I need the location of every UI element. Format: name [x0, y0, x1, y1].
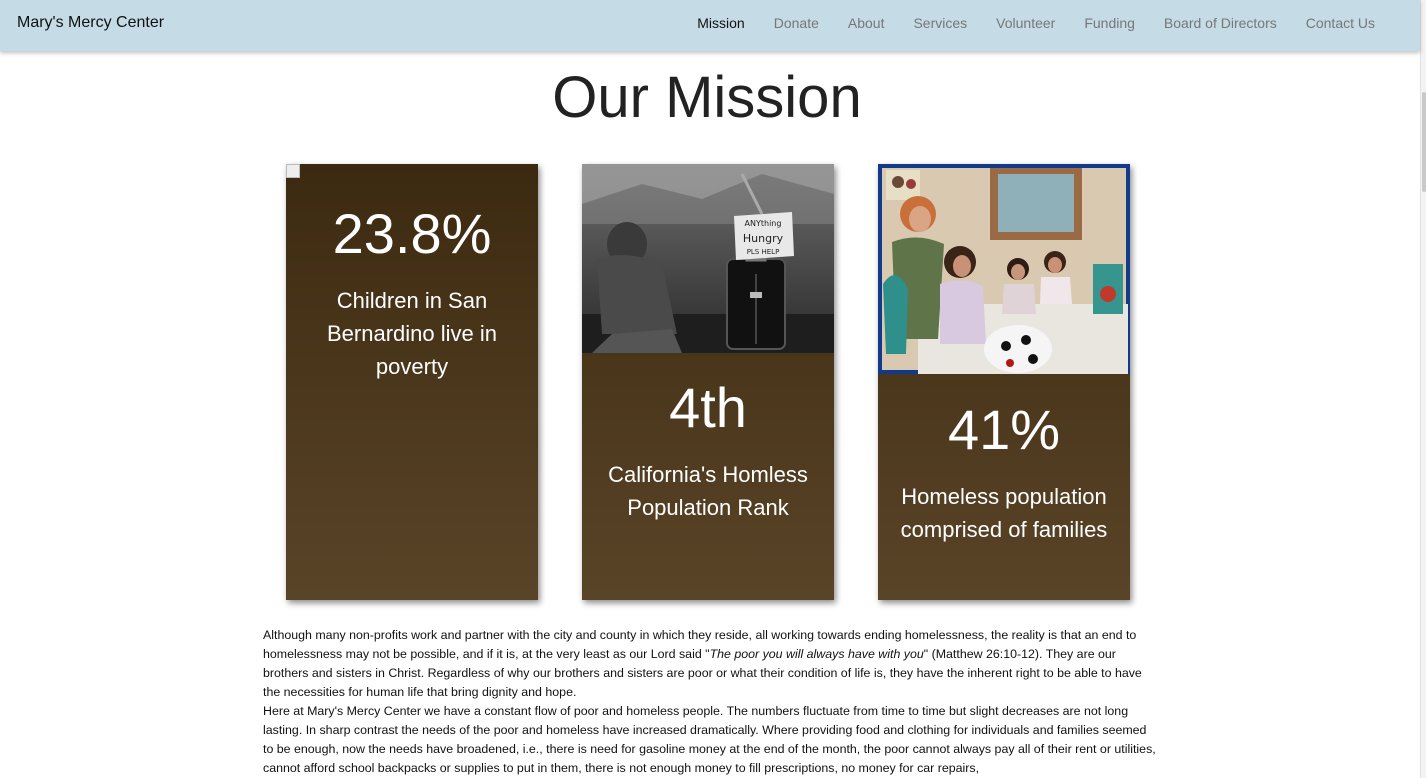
stat-card-homeless-rank: ANYthing Hungry PLS HELP 4th California'…: [582, 164, 834, 600]
sign-text-help: PLS HELP: [747, 248, 780, 256]
brand-link[interactable]: Mary's Mercy Center: [17, 14, 164, 32]
nav-links: Mission Donate About Services Volunteer …: [668, 15, 1375, 31]
nav-link-services[interactable]: Services: [913, 15, 967, 31]
sign-text-anything: ANYthing: [745, 219, 782, 228]
nav-link-contact-us[interactable]: Contact Us: [1306, 15, 1375, 31]
mission-text: Although many non-profits work and partn…: [263, 626, 1156, 778]
mission-paragraph-1: Although many non-profits work and partn…: [263, 626, 1156, 702]
stat-card-homeless-families: 41% Homeless population comprised of fam…: [878, 164, 1130, 600]
stat-description: Children in San Bernardino live in pover…: [327, 288, 497, 379]
sign-text-hungry: Hungry: [743, 232, 784, 245]
nav-link-volunteer[interactable]: Volunteer: [996, 15, 1055, 31]
stat-card-child-poverty: 23.8% Children in San Bernardino live in…: [286, 164, 538, 600]
page-scrollbar[interactable]: [1420, 0, 1426, 778]
family-group-photo: [878, 164, 1130, 374]
homeless-man-photo: ANYthing Hungry PLS HELP: [582, 164, 834, 353]
broken-image-icon: [286, 164, 300, 178]
nav-link-funding[interactable]: Funding: [1084, 15, 1135, 31]
stat-value: 4th: [669, 376, 747, 439]
card-body: 23.8% Children in San Bernardino live in…: [286, 206, 538, 383]
nav-link-donate[interactable]: Donate: [774, 15, 819, 31]
stat-description: California's Homless Population Rank: [608, 462, 808, 520]
nav-link-about[interactable]: About: [848, 15, 885, 31]
stat-value: 23.8%: [332, 202, 492, 265]
page-title: Our Mission: [552, 65, 862, 130]
stat-description: Homeless population comprised of familie…: [900, 484, 1108, 542]
scrollbar-thumb[interactable]: [1422, 92, 1426, 192]
nav-link-board-of-directors[interactable]: Board of Directors: [1164, 15, 1277, 31]
stat-value: 41%: [947, 398, 1061, 461]
nav-link-mission[interactable]: Mission: [697, 15, 744, 31]
scripture-quote: The poor you will always have with you: [709, 647, 924, 661]
card-body: 4th California's Homless Population Rank: [582, 380, 834, 524]
navbar: Mary's Mercy Center Mission Donate About…: [0, 0, 1420, 51]
mission-paragraph-2: Here at Mary's Mercy Center we have a co…: [263, 704, 1156, 775]
card-body: 41% Homeless population comprised of fam…: [878, 402, 1130, 546]
